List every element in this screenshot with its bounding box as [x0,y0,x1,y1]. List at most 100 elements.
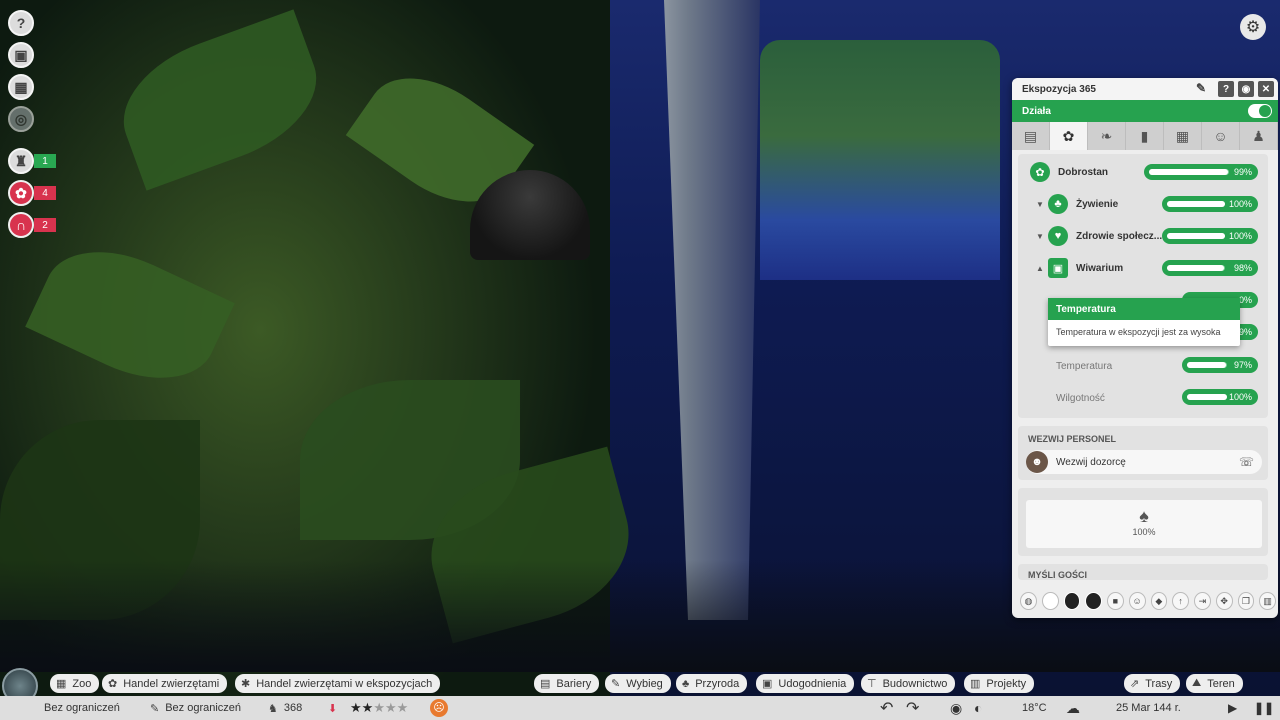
call-keeper-button[interactable]: ☻ Wezwij dozorcę ☏ [1026,450,1262,474]
tab-thermometer-icon[interactable]: ▮ [1126,122,1164,150]
bar-fill [1149,169,1229,175]
tab-leaf-icon[interactable]: ❧ [1088,122,1126,150]
keeper-icon[interactable]: ♜ [8,148,34,174]
temperature-value: 18°C [1022,702,1047,714]
guest-count[interactable]: ♞ 368 [268,696,302,720]
toolbar-facilities-button[interactable]: ▣ Udogodnienia [756,674,855,693]
star-empty-icon: ★ [384,700,397,715]
pause-icon[interactable]: ❚❚ [1254,696,1274,720]
toolbar-blueprints-button[interactable]: ▥ Projekty [964,674,1035,693]
mood-face-icon: ☹ [430,699,448,717]
calendar-icon[interactable]: ▦ [8,74,34,100]
bar-fill [1187,394,1227,400]
paw-icon[interactable]: ✿ [8,180,34,206]
camera-icon[interactable]: ■ [1107,592,1124,610]
palette-icon[interactable]: ◍ [1020,592,1037,610]
phone-icon: ☏ [1238,455,1254,469]
environment-value: 100% [1132,527,1156,537]
gear-dim-icon: ◎ [8,106,34,132]
color-white-swatch[interactable] [1041,592,1059,610]
nature-icon: ♣ [682,677,690,690]
call-keeper-label: Wezwij dozorcę [1056,456,1126,468]
animals-count-badge: 4 [34,186,56,200]
panel-tabs: ▤ ✿ ❧ ▮ ▦ ☺ ♟ [1012,122,1278,150]
stat-row-temperature[interactable]: Temperatura [1056,352,1176,380]
bar-fill [1167,265,1224,271]
tab-paw-icon[interactable]: ✿ [1050,122,1088,150]
question-icon[interactable]: ? [8,10,34,36]
tab-keeper-icon[interactable]: ☺ [1202,122,1240,150]
panel-header[interactable]: Ekspozycja 365 ✎ ? ◉ ✕ [1012,78,1278,100]
main-toolbar: ▦ Zoo ✿ Handel zwierzętami ✱ Handel zwierzę… [0,674,1280,694]
bar-fill [1167,233,1225,239]
feeding-icon: ♣ [1048,194,1068,214]
tab-exhibit-icon[interactable]: ▦ [1164,122,1202,150]
social-heart-icon: ♥ [1048,226,1068,246]
chevron-up-icon[interactable]: ▲ [1036,264,1044,273]
guest-view-icon[interactable]: ☺ [1128,592,1146,610]
weather-cloud-icon: ☁ [1066,699,1080,716]
chevron-down-icon[interactable]: ▼ [1036,232,1044,241]
copy-icon[interactable]: ❐ [1237,592,1255,610]
zoo-icon: ▦ [56,678,67,690]
tab-clipboard-icon[interactable]: ▤ [1012,122,1050,150]
zoo-rating-stars[interactable]: ★ ★ ★ ★ ★ [350,696,408,720]
stat-label: Żywienie [1076,198,1119,210]
toolbar-zoo-button[interactable]: ▦ Zoo [50,674,100,693]
toolbar-paths-button[interactable]: ⇗ Trasy [1124,674,1181,693]
stat-row-humidity[interactable]: Wilgotność [1056,384,1176,412]
close-icon[interactable]: ✕ [1258,81,1274,97]
stat-label: Zdrowie społecz... [1076,230,1163,242]
toolbar-habitat-button[interactable]: ✎ Wybieg [605,674,671,693]
research-status[interactable]: ✎ Bez ograniczeń [150,696,241,720]
funding-status[interactable]: Bez ograniczeń [44,696,120,720]
bar-value: 100% [1228,392,1252,402]
redo-icon[interactable]: ↷ [906,696,919,720]
color-dark-swatch[interactable] [1063,592,1081,610]
help-icon[interactable]: ? [1218,81,1234,97]
chevron-down-icon[interactable]: ▼ [1036,200,1044,209]
habitat-gate-icon[interactable]: ∩ [8,212,34,238]
feeding-bar: 100% [1162,196,1258,212]
stat-label: Temperatura [1056,360,1113,372]
guest-mood-icon[interactable]: ☹ [430,696,448,720]
toolbar-nature-button[interactable]: ♣ Przyroda [676,674,748,693]
bar-fill [1187,362,1226,368]
research-value: Bez ograniczeń [165,702,242,714]
settings-gear-icon[interactable]: ⚙ [1240,14,1266,40]
upload-icon[interactable]: ↑ [1172,592,1189,610]
tab-staff-icon[interactable]: ♟ [1240,122,1278,150]
toolbar-construction-button[interactable]: ⊤ Budownictwo [861,674,956,693]
exhibit-bug-icon: ✱ [241,678,251,690]
toolbar-animal-trade-button[interactable]: ✿ Handel zwierzętami [102,674,228,693]
temperature-bar: 97% [1182,357,1258,373]
star-empty-icon: ★ [396,700,409,715]
bar-value: 98% [1233,263,1252,273]
label-icon[interactable]: ◆ [1150,592,1168,610]
guest-count-value: 368 [283,702,303,714]
operating-toggle[interactable] [1248,104,1272,118]
bar-track [1187,394,1227,400]
toolbar-terrain-button[interactable]: ⛰ Teren [1186,674,1243,693]
move-icon[interactable]: ✥ [1215,592,1233,610]
export-icon[interactable]: ⇥ [1194,592,1211,610]
toolbar-barriers-button[interactable]: ▤ Bariery [534,674,600,693]
color-dark-swatch-2[interactable] [1085,592,1102,610]
thoughts-title: MYŚLI GOŚCI [1028,570,1088,580]
undo-icon[interactable]: ↶ [880,696,893,720]
toolbar-label: Bariery [556,677,592,690]
book-icon[interactable]: ▣ [8,42,34,68]
tooltip-title: Temperatura [1048,298,1240,320]
panel-footer-toolbar: ◍ ■ ☺ ◆ ↑ ⇥ ✥ ❐ ▥ [1016,588,1276,614]
bar-value: 9% [1238,327,1252,337]
photo-mode-icon[interactable]: ◐ [974,696,982,720]
bar-track [1187,362,1227,368]
trash-icon[interactable]: ▥ [1259,592,1276,610]
pencil-icon[interactable]: ✎ [1196,81,1206,95]
locate-icon[interactable]: ◉ [1238,81,1254,97]
bar-value: 97% [1233,360,1252,370]
play-icon[interactable]: ▶ [1228,696,1237,720]
toolbar-exhibit-trade-button[interactable]: ✱ Handel zwierzętami w ekspozycjach [235,674,441,693]
camera-mode-icon[interactable]: ◉ [950,696,962,720]
operating-label: Działa [1022,105,1051,117]
